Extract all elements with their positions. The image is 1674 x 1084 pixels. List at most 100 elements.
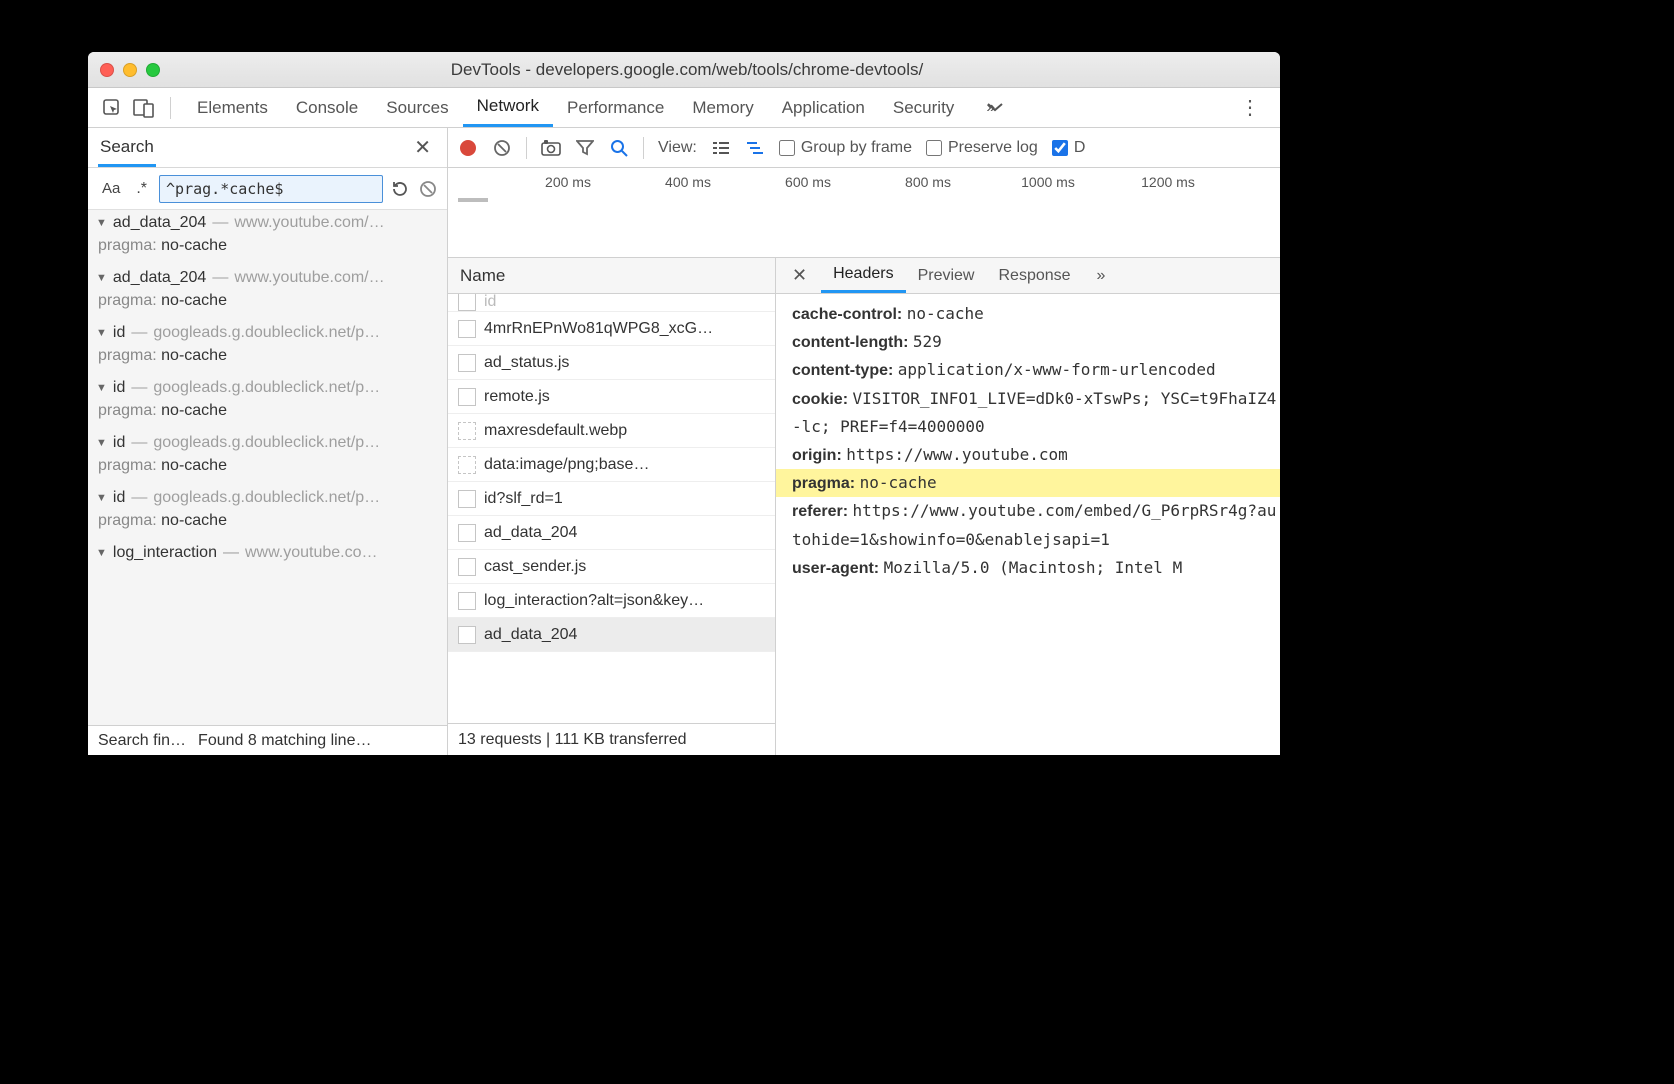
file-icon — [458, 626, 476, 644]
name-column-header[interactable]: Name — [448, 258, 775, 294]
header-row[interactable]: pragma: no-cache — [776, 469, 1280, 497]
window-controls — [100, 63, 160, 77]
tab-memory[interactable]: Memory — [678, 88, 767, 127]
header-row[interactable]: content-type: application/x-www-form-url… — [792, 356, 1280, 384]
request-list: Name id4mrRnEPnWo81qWPG8_xcG…ad_status.j… — [448, 258, 776, 755]
search-result-file[interactable]: ▼id — googleads.g.doubleclick.net/p… — [88, 430, 447, 454]
request-row[interactable]: remote.js — [448, 380, 775, 414]
search-header: Search ✕ — [88, 128, 447, 168]
tab-elements[interactable]: Elements — [183, 88, 282, 127]
clear-search-icon[interactable] — [419, 180, 437, 198]
request-row[interactable]: log_interaction?alt=json&key… — [448, 584, 775, 618]
search-status-left: Search fin… — [98, 732, 186, 750]
request-row[interactable]: ad_data_204 — [448, 516, 775, 550]
close-search-icon[interactable]: ✕ — [408, 135, 437, 160]
tab-sources[interactable]: Sources — [372, 88, 462, 127]
capture-screenshots-icon[interactable] — [541, 138, 561, 158]
clear-button[interactable] — [492, 138, 512, 158]
search-result-match[interactable]: pragma: no-cache — [88, 234, 447, 265]
window-title: DevTools - developers.google.com/web/too… — [160, 60, 1214, 80]
request-row[interactable]: data:image/png;base… — [448, 448, 775, 482]
search-tab-label: Search — [98, 129, 156, 167]
search-result-match[interactable]: pragma: no-cache — [88, 289, 447, 320]
search-input[interactable] — [159, 175, 383, 203]
more-detail-tabs-icon[interactable]: » — [1087, 267, 1116, 285]
tab-security[interactable]: Security — [879, 88, 968, 127]
search-result-file[interactable]: ▼id — googleads.g.doubleclick.net/p… — [88, 375, 447, 399]
network-toolbar: View: Group by frame Preserve log D — [448, 128, 1280, 168]
regex-button[interactable]: .* — [132, 180, 151, 198]
headers-pane: cache-control: no-cachecontent-length: 5… — [776, 294, 1280, 755]
search-result-match[interactable]: pragma: no-cache — [88, 454, 447, 485]
search-icon[interactable] — [609, 138, 629, 158]
waterfall-icon[interactable] — [745, 138, 765, 158]
header-row[interactable]: user-agent: Mozilla/5.0 (Macintosh; Inte… — [792, 554, 1280, 582]
search-result-file[interactable]: ▼ad_data_204 — www.youtube.com/… — [88, 265, 447, 289]
tab-application[interactable]: Application — [768, 88, 879, 127]
request-row[interactable]: ad_status.js — [448, 346, 775, 380]
main-tabs: ElementsConsoleSourcesNetworkPerformance… — [88, 88, 1280, 128]
timeline-tick: 1000 ms — [1021, 174, 1075, 190]
file-icon — [458, 558, 476, 576]
timeline-tick: 200 ms — [545, 174, 591, 190]
search-result-file[interactable]: ▼id — googleads.g.doubleclick.net/p… — [88, 320, 447, 344]
search-results: ▼ad_data_204 — www.youtube.com/…pragma: … — [88, 210, 447, 725]
timeline-tick: 600 ms — [785, 174, 831, 190]
detail-tabs: ✕ HeadersPreviewResponse » — [776, 258, 1280, 294]
request-row[interactable]: maxresdefault.webp — [448, 414, 775, 448]
network-panel: View: Group by frame Preserve log D — [448, 128, 1280, 755]
file-icon — [458, 354, 476, 372]
disclosure-icon: ▼ — [96, 272, 107, 284]
close-window-button[interactable] — [100, 63, 114, 77]
timeline-tick: 400 ms — [665, 174, 711, 190]
file-icon — [458, 592, 476, 610]
request-row[interactable]: cast_sender.js — [448, 550, 775, 584]
file-icon — [458, 320, 476, 338]
close-details-icon[interactable]: ✕ — [782, 265, 817, 286]
record-button[interactable] — [458, 138, 478, 158]
timeline-overview[interactable]: 200 ms400 ms600 ms800 ms1000 ms1200 ms — [448, 168, 1280, 258]
detail-tab-headers[interactable]: Headers — [821, 258, 905, 293]
tab-performance[interactable]: Performance — [553, 88, 678, 127]
tab-network[interactable]: Network — [463, 88, 553, 127]
search-result-match[interactable]: pragma: no-cache — [88, 509, 447, 540]
search-result-match[interactable]: pragma: no-cache — [88, 344, 447, 375]
more-tabs-icon[interactable]: » — [976, 88, 1005, 127]
inspect-icon[interactable] — [98, 94, 126, 122]
request-row[interactable]: 4mrRnEPnWo81qWPG8_xcG… — [448, 312, 775, 346]
request-row[interactable]: id — [448, 294, 775, 312]
header-row[interactable]: content-length: 529 — [792, 328, 1280, 356]
file-icon — [458, 524, 476, 542]
request-row[interactable]: id?slf_rd=1 — [448, 482, 775, 516]
minimize-window-button[interactable] — [123, 63, 137, 77]
search-result-file[interactable]: ▼ad_data_204 — www.youtube.com/… — [88, 210, 447, 234]
detail-tab-preview[interactable]: Preview — [906, 258, 987, 293]
settings-menu-icon[interactable]: ⋮ — [1230, 95, 1270, 120]
large-rows-icon[interactable] — [711, 138, 731, 158]
disable-cache-checkbox-partial[interactable]: D — [1052, 139, 1086, 157]
request-row[interactable]: ad_data_204 — [448, 618, 775, 652]
zoom-window-button[interactable] — [146, 63, 160, 77]
preserve-log-checkbox[interactable]: Preserve log — [926, 139, 1038, 157]
header-row[interactable]: origin: https://www.youtube.com — [792, 441, 1280, 469]
titlebar: DevTools - developers.google.com/web/too… — [88, 52, 1280, 88]
group-by-frame-checkbox[interactable]: Group by frame — [779, 139, 912, 157]
search-result-match[interactable]: pragma: no-cache — [88, 399, 447, 430]
device-toggle-icon[interactable] — [130, 94, 158, 122]
header-row[interactable]: cookie: VISITOR_INFO1_LIVE=dDk0-xTswPs; … — [792, 385, 1280, 441]
search-panel: Search ✕ Aa .* ▼ad_data_204 — www.youtub… — [88, 128, 448, 755]
header-row[interactable]: cache-control: no-cache — [792, 300, 1280, 328]
filter-icon[interactable] — [575, 138, 595, 158]
search-result-file[interactable]: ▼id — googleads.g.doubleclick.net/p… — [88, 485, 447, 509]
view-label: View: — [658, 139, 697, 157]
disclosure-icon: ▼ — [96, 492, 107, 504]
tab-console[interactable]: Console — [282, 88, 372, 127]
search-status-right: Found 8 matching line… — [198, 732, 371, 750]
search-result-file[interactable]: ▼log_interaction — www.youtube.co… — [88, 540, 447, 564]
search-controls: Aa .* — [88, 168, 447, 210]
file-icon — [458, 456, 476, 474]
detail-tab-response[interactable]: Response — [986, 258, 1082, 293]
refresh-search-icon[interactable] — [391, 180, 409, 198]
match-case-button[interactable]: Aa — [98, 180, 124, 197]
header-row[interactable]: referer: https://www.youtube.com/embed/G… — [792, 497, 1280, 553]
